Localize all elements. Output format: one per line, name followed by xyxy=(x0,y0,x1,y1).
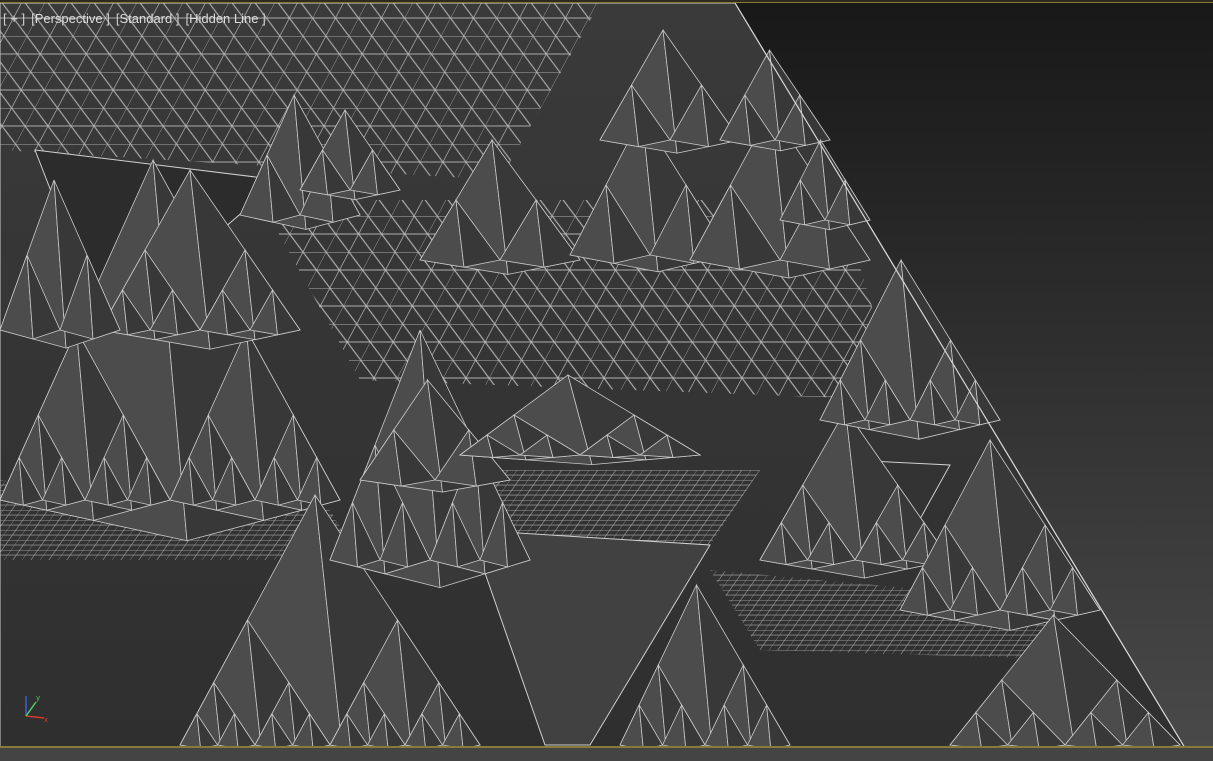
viewport-frame-bottom xyxy=(0,746,1213,761)
perspective-viewport[interactable]: [ + ] [Perspective ] [Standard ] [Hidden… xyxy=(0,0,1213,761)
viewport-frame-top xyxy=(0,0,1213,3)
viewport-plus-menu[interactable]: [ + ] xyxy=(2,11,26,26)
svg-text:y: y xyxy=(36,694,40,702)
viewport-label-menu: [ + ] [Perspective ] [Standard ] [Hidden… xyxy=(2,9,267,27)
viewport-scene[interactable] xyxy=(0,0,1213,761)
svg-text:x: x xyxy=(44,716,48,724)
viewport-view-type-menu[interactable]: [Perspective ] xyxy=(30,11,111,26)
viewport-shading-menu[interactable]: [Standard ] xyxy=(115,11,181,26)
viewport-display-mode-menu[interactable]: [Hidden Line ] xyxy=(184,11,266,26)
axis-tripod-icon: x y xyxy=(25,694,48,724)
